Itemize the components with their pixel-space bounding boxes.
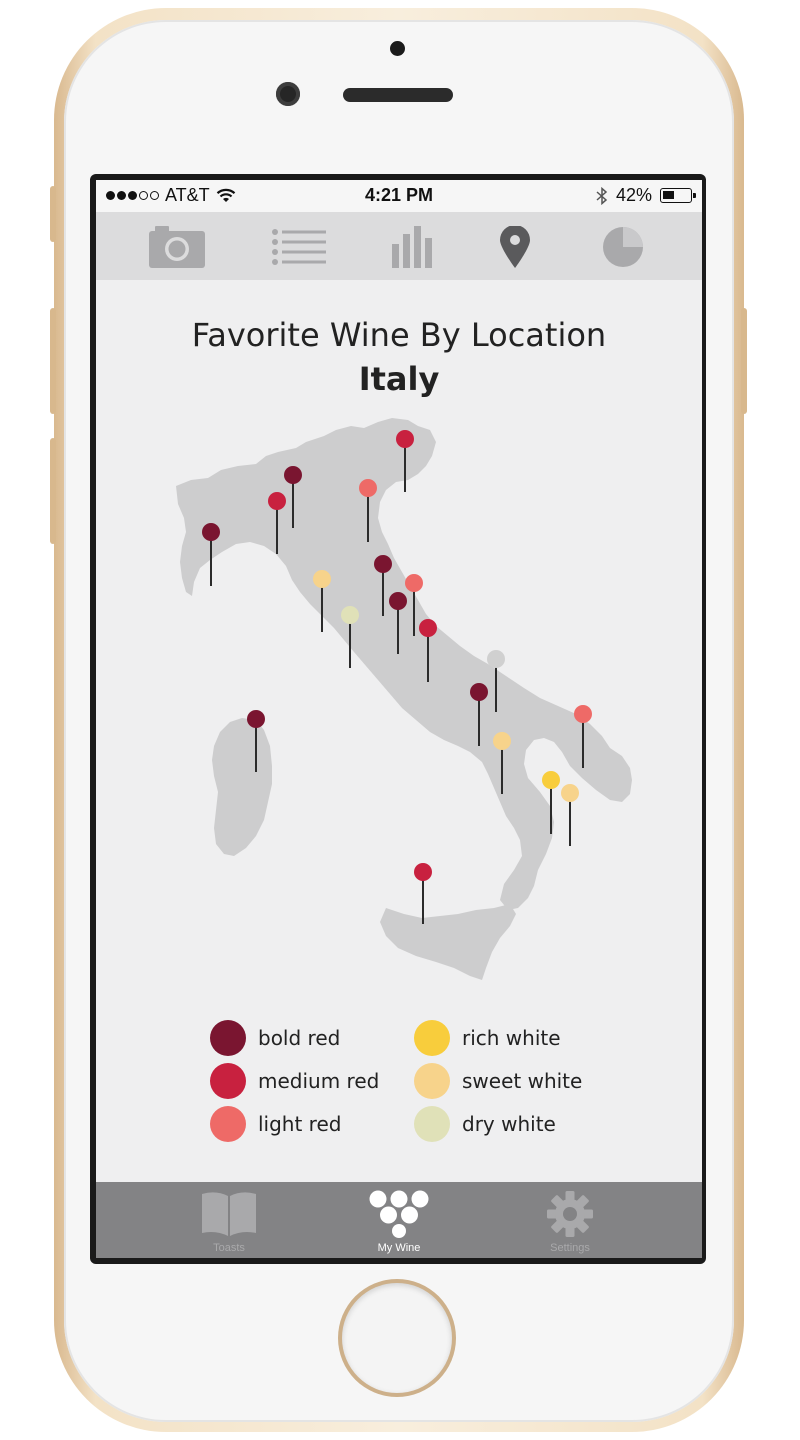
pin-head	[470, 683, 488, 701]
legend-label: light red	[258, 1112, 342, 1136]
pin-head	[341, 606, 359, 624]
map-pin-sicily[interactable]	[414, 863, 432, 924]
pin-head	[268, 492, 286, 510]
pin-head	[405, 574, 423, 592]
pin-head	[396, 430, 414, 448]
pin-head	[419, 619, 437, 637]
pin-head	[414, 863, 432, 881]
pin-head	[374, 555, 392, 573]
bottom-tab-my-wine[interactable]: My Wine	[329, 1188, 469, 1256]
legend-label: medium red	[258, 1069, 380, 1093]
legend-swatch	[210, 1063, 246, 1099]
bottom-tab-label: My Wine	[377, 1242, 421, 1254]
volume-down-button	[50, 438, 56, 544]
legend-item: sweet white	[414, 1063, 582, 1099]
pin-head	[389, 592, 407, 610]
legend-item: bold red	[210, 1020, 340, 1056]
legend-swatch	[210, 1020, 246, 1056]
mute-switch	[50, 186, 56, 242]
bottom-tab-bar: Toasts My Wine Settings	[96, 1182, 702, 1258]
sardinia	[212, 718, 272, 856]
legend-swatch	[414, 1020, 450, 1056]
power-button	[741, 308, 747, 414]
legend-label: dry white	[462, 1112, 556, 1136]
map-pin-calabria-east[interactable]	[561, 784, 579, 846]
bottom-tab-toasts[interactable]: Toasts	[159, 1188, 299, 1256]
bottom-tab-settings[interactable]: Settings	[500, 1188, 640, 1256]
legend-item: rich white	[414, 1020, 561, 1056]
legend-swatch	[210, 1106, 246, 1142]
sicily	[380, 904, 516, 980]
pin-head	[247, 710, 265, 728]
pin-head	[284, 466, 302, 484]
legend-swatch	[414, 1063, 450, 1099]
legend-label: bold red	[258, 1026, 341, 1050]
proximity-sensor	[390, 41, 405, 56]
pin-head	[313, 570, 331, 588]
front-camera	[276, 82, 300, 106]
legend-swatch	[414, 1106, 450, 1142]
bottom-tab-label: Toasts	[213, 1242, 245, 1254]
map-land	[176, 418, 632, 980]
legend-label: rich white	[462, 1026, 561, 1050]
italy-map	[176, 418, 632, 980]
pin-head	[487, 650, 505, 668]
pin-head	[359, 479, 377, 497]
legend-item: light red	[210, 1106, 341, 1142]
home-button[interactable]	[342, 1283, 452, 1393]
legend-label: sweet white	[462, 1069, 583, 1093]
volume-up-button	[50, 308, 56, 414]
pin-head	[574, 705, 592, 723]
pin-head	[493, 732, 511, 750]
gear-icon	[547, 1191, 593, 1237]
bottom-tab-label: Settings	[550, 1242, 590, 1254]
pin-head	[561, 784, 579, 802]
legend-item: medium red	[210, 1063, 379, 1099]
pin-head	[542, 771, 560, 789]
earpiece-speaker	[343, 88, 453, 102]
pin-head	[202, 523, 220, 541]
legend-item: dry white	[414, 1106, 556, 1142]
grapes-icon	[369, 1190, 429, 1238]
app-display: AT&T 4:21 PM 42% Favorite Wine By Locati…	[96, 180, 702, 1258]
book-icon	[202, 1192, 256, 1236]
